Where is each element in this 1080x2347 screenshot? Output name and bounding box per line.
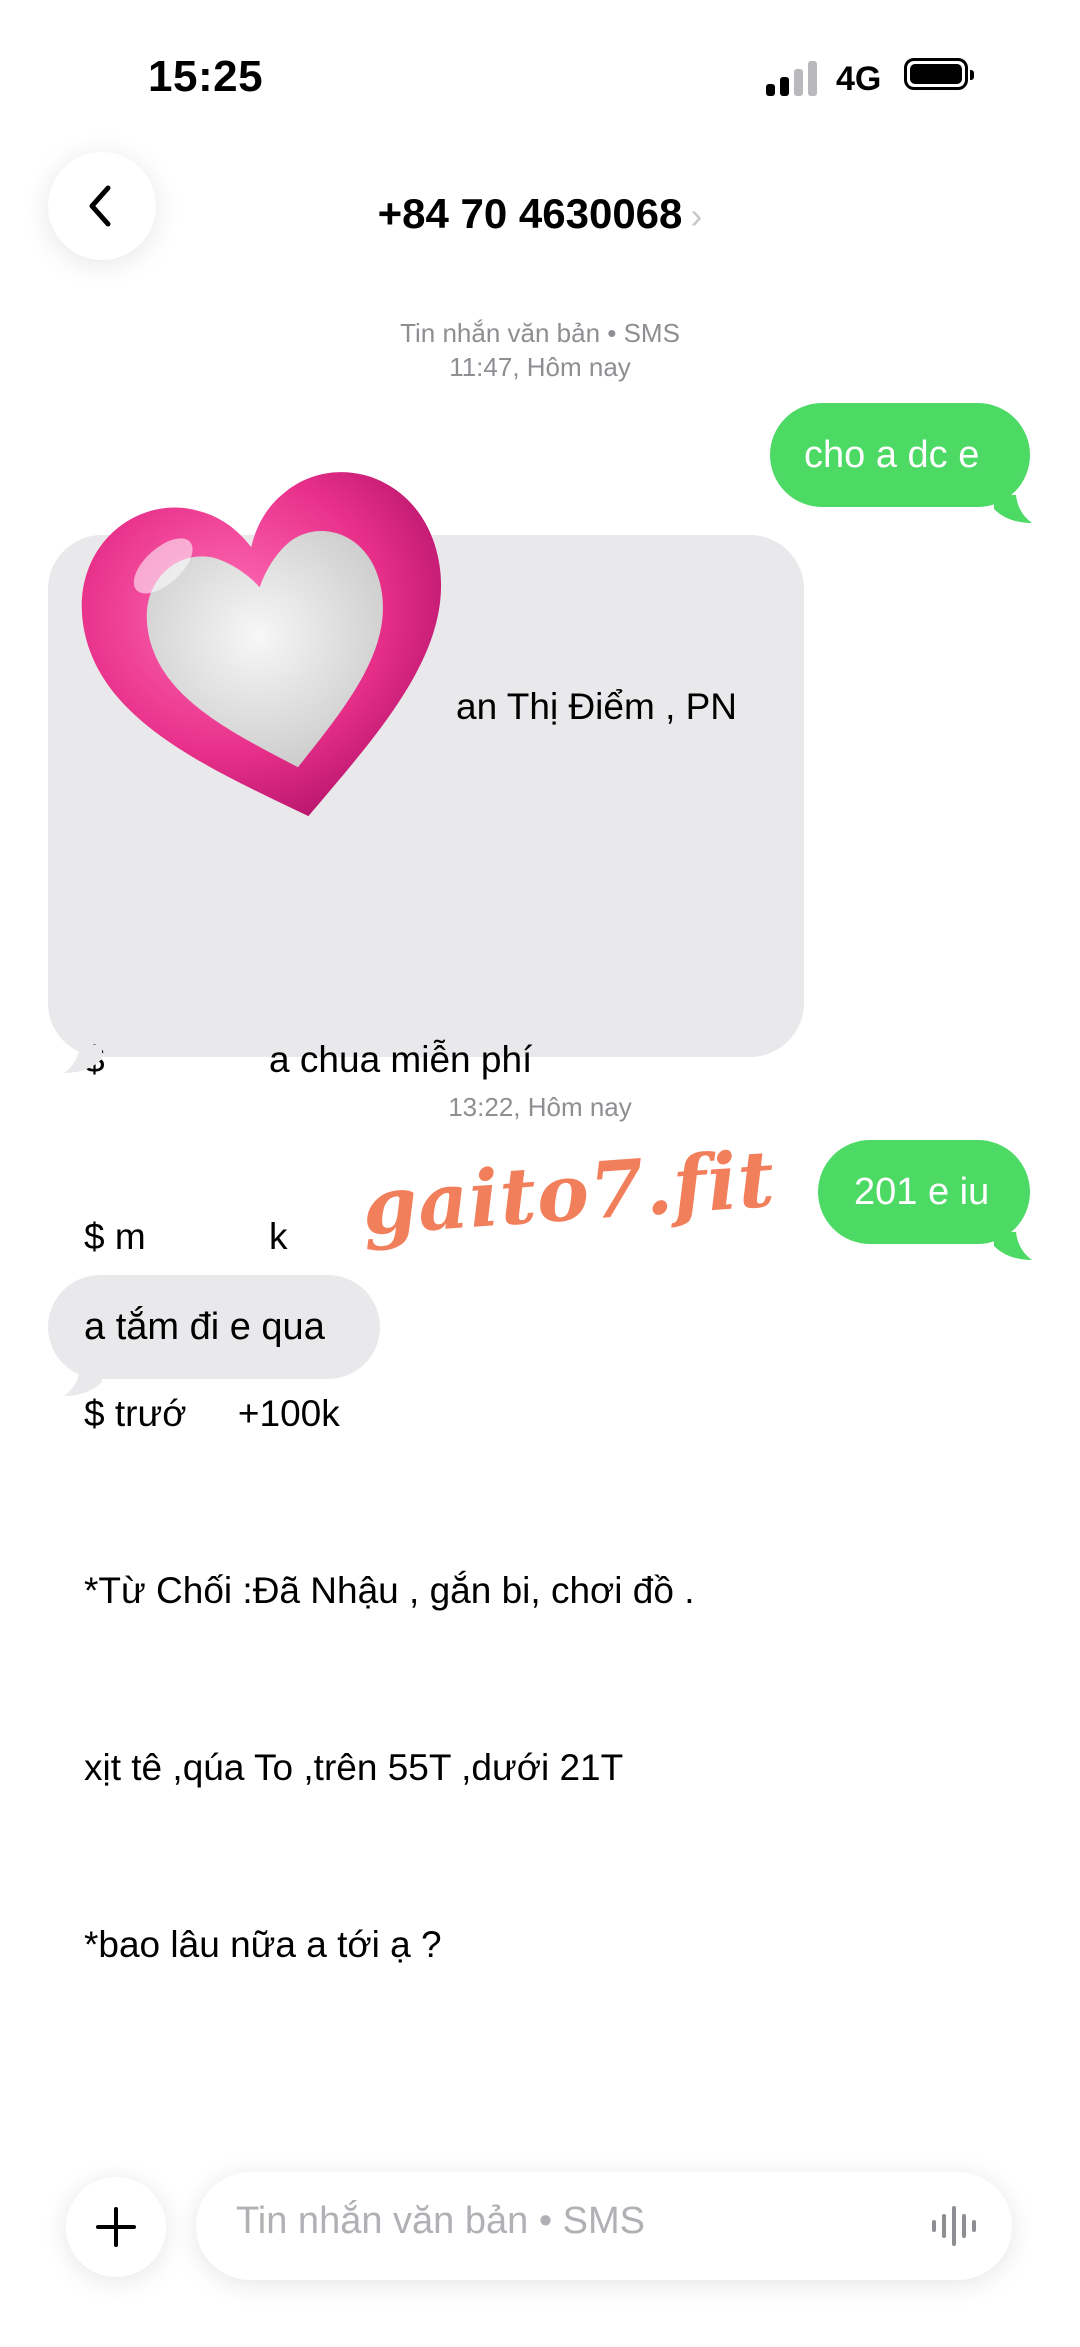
bubble-tail — [994, 1232, 1032, 1260]
messages-screen: 15:25 4G +84 70 4630068 › Tin nhắn văn bả… — [0, 0, 1080, 2347]
bubble-tail — [64, 1045, 102, 1073]
message-input[interactable]: Tin nhắn văn bản • SMS — [196, 2172, 1012, 2280]
incoming-message[interactable]: a tắm đi e qua — [48, 1275, 380, 1379]
signal-icon — [766, 60, 822, 96]
heart-sticker — [81, 472, 442, 817]
message-text: 201 e iu — [854, 1171, 990, 1213]
timestamp-time: 11:47, Hôm nay — [449, 352, 631, 382]
bubble-tail — [64, 1368, 102, 1396]
outgoing-message[interactable]: 201 e iu — [818, 1140, 1030, 1244]
message-line: *Từ Chối :Đã Nhậu , gắn bi, chơi đồ . — [84, 1570, 695, 1611]
message-line: *bao lâu nữa a tới ạ ? — [84, 1924, 442, 1965]
message-line: xịt tê ,qúa To ,trên 55T ,dưới 21T — [84, 1747, 624, 1788]
sms-label: Tin nhắn văn bản • SMS — [400, 318, 680, 348]
plus-icon — [96, 2207, 136, 2247]
network-label: 4G — [836, 60, 882, 98]
message-text: a tắm đi e qua — [84, 1306, 325, 1348]
chevron-right-icon: › — [690, 195, 703, 236]
bubble-tail — [994, 495, 1032, 523]
outgoing-message[interactable]: cho a dc e — [770, 403, 1030, 507]
status-time: 15:25 — [148, 52, 264, 101]
waveform-icon[interactable] — [930, 2206, 978, 2246]
timestamp-time: 13:22, Hôm nay — [448, 1092, 632, 1122]
message-line: $ a chua miễn phí — [84, 1039, 533, 1080]
contact-number: +84 70 4630068 — [377, 190, 683, 237]
contact-title[interactable]: +84 70 4630068 › — [0, 190, 1080, 238]
battery-icon — [904, 58, 974, 90]
add-attachment-button[interactable] — [66, 2177, 166, 2277]
message-input-placeholder: Tin nhắn văn bản • SMS — [236, 2200, 646, 2242]
message-line: $ trướ +100k — [84, 1393, 340, 1434]
message-text: cho a dc e — [804, 434, 980, 476]
timestamp-header: Tin nhắn văn bản • SMS 11:47, Hôm nay — [0, 316, 1080, 384]
